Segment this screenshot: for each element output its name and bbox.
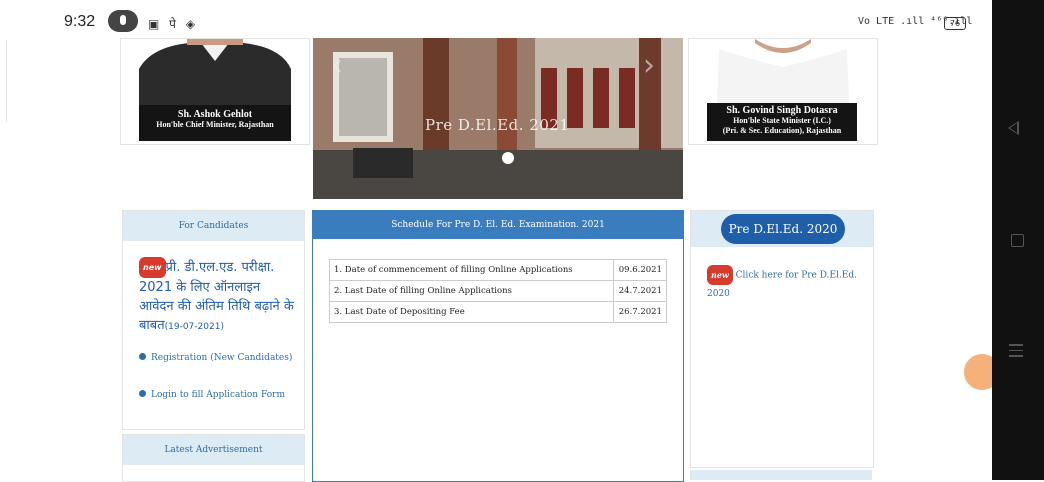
pre-deled-2020-panel: Pre D.El.Ed. 2020 new Click here for Pre… <box>690 210 874 468</box>
portrait-chief-minister: Sh. Ashok Gehlot Hon'ble Chief Minister,… <box>120 38 310 145</box>
slider-indicator[interactable] <box>502 152 514 164</box>
schedule-date: 09.6.2021 <box>613 259 667 281</box>
menu-icon[interactable] <box>1009 344 1023 361</box>
person-name: Sh. Ashok Gehlot <box>177 109 253 120</box>
person-designation: Hon'ble State Minister (I.C.) <box>733 116 831 125</box>
person-name: Sh. Govind Singh Dotasra <box>726 105 838 116</box>
schedule-date: 24.7.2021 <box>613 280 667 302</box>
table-row: 1. Date of commencement of filling Onlin… <box>329 259 667 281</box>
navigation-bar <box>992 0 1044 480</box>
portrait-education-minister: Sh. Govind Singh Dotasra Hon'ble State M… <box>688 38 878 145</box>
back-icon[interactable] <box>1008 121 1019 135</box>
pre-panel-title[interactable]: Pre D.El.Ed. 2020 <box>721 214 845 244</box>
bullet-icon <box>139 353 146 360</box>
status-time: 9:32 <box>64 13 96 30</box>
latest-panel-title: Latest Advertisement <box>123 435 304 465</box>
candidates-panel: For Candidates new प्री. डी.एल.एड. परीक्ष… <box>122 210 305 430</box>
bullet-icon <box>139 390 146 397</box>
image-slider[interactable]: ‹ › Pre D.El.Ed. 2021 <box>313 38 683 199</box>
slider-prev-icon[interactable]: ‹ <box>331 48 343 83</box>
status-bar: 9:32 ▣ पे ◈ Vo LTE .ıll ⁴⁶ᴳ.ıll 76 <box>0 0 992 38</box>
schedule-table: 1. Date of commencement of filling Onlin… <box>329 259 667 323</box>
notification-icons: ▣ पे ◈ <box>148 17 199 31</box>
schedule-label: 3. Last Date of Depositing Fee <box>329 301 614 323</box>
slider-next-icon[interactable]: › <box>643 48 655 83</box>
person-designation: Hon'ble Chief Minister, Rajasthan <box>156 120 274 129</box>
battery-icon: 76 <box>944 17 966 30</box>
name-plate: Sh. Govind Singh Dotasra Hon'ble State M… <box>707 103 857 141</box>
slider-caption: Pre D.El.Ed. 2021 <box>425 116 570 134</box>
notice-date: (19-07-2021) <box>164 322 224 332</box>
pre-panel-header: Pre D.El.Ed. 2020 <box>691 211 873 247</box>
schedule-title: Schedule For Pre D. El. Ed. Examination.… <box>313 211 683 239</box>
notice-link[interactable]: new प्री. डी.एल.एड. परीक्षा. 2021 के लिए … <box>139 257 297 337</box>
pre-2020-link[interactable]: new Click here for Pre D.El.Ed. 2020 <box>707 265 857 303</box>
schedule-date: 26.7.2021 <box>613 301 667 323</box>
login-link[interactable]: Login to fill Application Form <box>139 386 299 404</box>
registration-link[interactable]: Registration (New Candidates) <box>139 349 299 367</box>
candidates-panel-title: For Candidates <box>123 211 304 241</box>
table-row: 3. Last Date of Depositing Fee 26.7.2021 <box>329 301 667 323</box>
registration-link-text: Registration (New Candidates) <box>151 353 293 363</box>
schedule-label: 2. Last Date of filling Online Applicati… <box>329 280 614 302</box>
table-row: 2. Last Date of filling Online Applicati… <box>329 280 667 302</box>
home-icon[interactable] <box>1011 234 1024 247</box>
next-panel-header <box>690 470 872 480</box>
name-plate: Sh. Ashok Gehlot Hon'ble Chief Minister,… <box>139 105 291 141</box>
microphone-icon <box>108 10 138 32</box>
schedule-panel: Schedule For Pre D. El. Ed. Examination.… <box>312 210 684 482</box>
new-badge: new <box>707 265 733 285</box>
schedule-label: 1. Date of commencement of filling Onlin… <box>329 259 614 281</box>
page-edge <box>0 40 7 122</box>
login-link-text: Login to fill Application Form <box>151 390 285 400</box>
person-designation-line2: (Pri. & Sec. Education), Rajasthan <box>722 126 842 135</box>
new-badge: new <box>139 257 166 278</box>
latest-advertisement-panel: Latest Advertisement <box>122 434 305 482</box>
